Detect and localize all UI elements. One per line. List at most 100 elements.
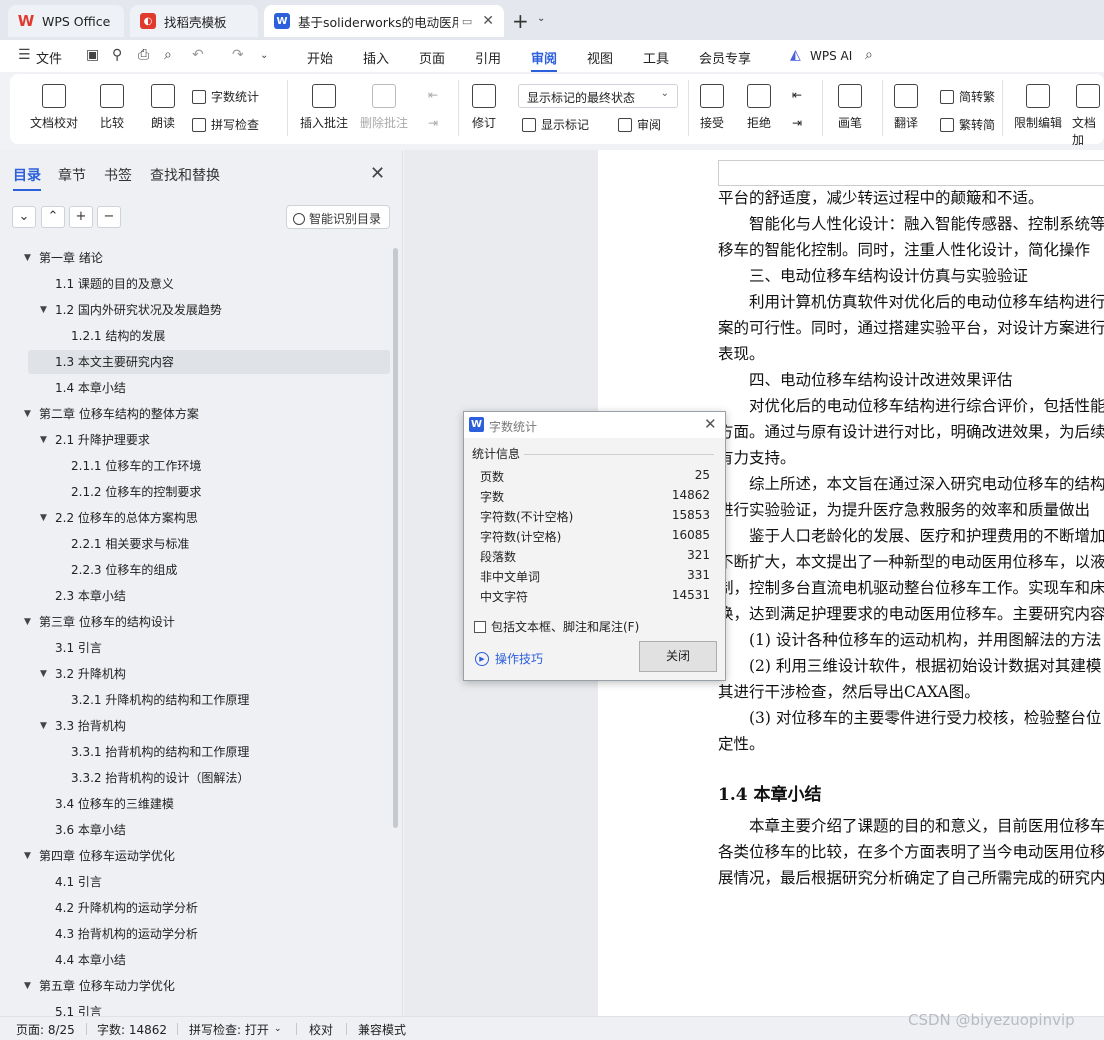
restrict-edit-button[interactable]: 限制编辑	[1014, 84, 1062, 131]
toc-item[interactable]: 1.1 课题的目的及意义	[55, 272, 174, 296]
add-heading-icon[interactable]: +	[69, 206, 93, 228]
toc-item[interactable]: ▼ 第一章 绪论	[24, 246, 103, 270]
toc-item[interactable]: ▼ 第五章 位移车动力学优化	[24, 974, 175, 998]
close-icon[interactable]: ✕	[704, 415, 717, 433]
toc-item[interactable]: 3.3.1 抬背机构的结构和工作原理	[71, 740, 249, 764]
word-count-indicator[interactable]: 字数: 14862	[97, 1021, 167, 1038]
toc-item[interactable]: 1.3 本文主要研究内容	[28, 350, 390, 374]
include-footnotes-checkbox[interactable]: 包括文本框、脚注和尾注(F)	[474, 618, 639, 635]
toc-item[interactable]: 3.4 位移车的三维建模	[55, 792, 174, 816]
toc-item[interactable]: 2.2.3 位移车的组成	[71, 558, 177, 582]
collapse-all-icon[interactable]: ⌄	[12, 206, 36, 228]
undo-icon[interactable]: ↶	[192, 47, 204, 63]
page-indicator[interactable]: 页面: 8/25	[16, 1021, 75, 1038]
more-chevron-icon[interactable]: ⌄	[260, 50, 268, 61]
menu-tools[interactable]: 工具	[643, 48, 669, 67]
close-tab-icon[interactable]: ✕	[482, 13, 494, 29]
menu-view[interactable]: 视图	[587, 48, 613, 67]
tab-toc[interactable]: 目录	[13, 165, 41, 191]
menu-page[interactable]: 页面	[419, 48, 445, 67]
toc-item[interactable]: ▼ 第二章 位移车结构的整体方案	[24, 402, 199, 426]
menu-insert[interactable]: 插入	[363, 48, 389, 67]
toc-item[interactable]: 1.2.1 结构的发展	[71, 324, 165, 348]
menu-member[interactable]: 会员专享	[699, 48, 751, 67]
expand-arrow-icon[interactable]: ▼	[40, 662, 47, 686]
show-markup-button[interactable]: 显示标记	[522, 116, 589, 133]
prev-comment-icon[interactable]: ⇤	[428, 88, 438, 102]
toc-item[interactable]: 1.4 本章小结	[55, 376, 126, 400]
toc-item[interactable]: ▼ 3.2 升降机构	[40, 662, 126, 686]
tab-bookmarks[interactable]: 书签	[104, 165, 132, 185]
translate-button[interactable]: 翻译	[894, 84, 918, 131]
toc-item[interactable]: 4.1 引言	[55, 870, 102, 894]
share-icon[interactable]: ⚲	[112, 47, 122, 63]
toc-item[interactable]: ▼ 1.2 国内外研究状况及发展趋势	[40, 298, 222, 322]
tab-sections[interactable]: 章节	[58, 165, 86, 185]
menu-review[interactable]: 审阅	[531, 48, 558, 72]
toc-item[interactable]: 2.1.2 位移车的控制要求	[71, 480, 201, 504]
chevron-down-icon[interactable]: ⌄	[537, 13, 545, 24]
close-pane-icon[interactable]: ✕	[370, 163, 385, 184]
toc-item[interactable]: 4.3 抬背机构的运动学分析	[55, 922, 198, 946]
tab-template[interactable]: ◐ 找稻壳模板	[130, 5, 258, 37]
expand-arrow-icon[interactable]: ▼	[24, 974, 31, 998]
toc-item[interactable]: 2.3 本章小结	[55, 584, 126, 608]
toc-item[interactable]: 3.3.2 抬背机构的设计（图解法）	[71, 766, 249, 790]
spell-check-button[interactable]: 拼写检查	[192, 116, 259, 133]
word-count-button[interactable]: 字数统计	[192, 88, 259, 105]
to-traditional-button[interactable]: 简转繁	[940, 88, 995, 105]
expand-arrow-icon[interactable]: ▼	[24, 402, 31, 426]
tab-document[interactable]: W 基于soliderworks的电动医用 ▭ ✕	[264, 5, 504, 37]
toc-item[interactable]: 2.1.1 位移车的工作环境	[71, 454, 201, 478]
tab-wps-office[interactable]: W WPS Office	[8, 5, 124, 37]
expand-arrow-icon[interactable]: ▼	[40, 506, 47, 530]
print-icon[interactable]: ⎙	[138, 47, 149, 63]
toc-item[interactable]: 2.2.1 相关要求与标准	[71, 532, 189, 556]
read-aloud-button[interactable]: 朗读	[151, 84, 175, 131]
toc-item[interactable]: ▼ 2.1 升降护理要求	[40, 428, 150, 452]
expand-arrow-icon[interactable]: ▼	[24, 610, 31, 634]
remove-heading-icon[interactable]: −	[97, 206, 121, 228]
markup-state-select[interactable]: 显示标记的最终状态 ⌄	[518, 84, 678, 108]
toc-item[interactable]: 4.4 本章小结	[55, 948, 126, 972]
tab-find-replace[interactable]: 查找和替换	[150, 165, 220, 185]
chevron-down-icon[interactable]: ⌄	[274, 1024, 282, 1034]
expand-arrow-icon[interactable]: ▼	[24, 844, 31, 868]
delete-comment-button[interactable]: 删除批注	[360, 84, 408, 131]
accept-button[interactable]: 接受	[700, 84, 724, 131]
toc-item[interactable]: ▼ 2.2 位移车的总体方案构思	[40, 506, 198, 530]
toc-item[interactable]: ▼ 第三章 位移车的结构设计	[24, 610, 175, 634]
toc-item[interactable]: 4.2 升降机构的运动学分析	[55, 896, 198, 920]
toc-item[interactable]: 3.1 引言	[55, 636, 102, 660]
toc-item[interactable]: ▼ 第四章 位移车运动学优化	[24, 844, 175, 868]
expand-up-icon[interactable]: ⌃	[41, 206, 65, 228]
smart-toc-button[interactable]: 智能识别目录	[286, 205, 390, 229]
prev-revision-icon[interactable]: ⇤	[792, 88, 802, 102]
menu-reference[interactable]: 引用	[475, 48, 501, 67]
expand-arrow-icon[interactable]: ▼	[40, 298, 47, 322]
proof-indicator[interactable]: 校对	[309, 1021, 333, 1038]
spell-check-indicator[interactable]: 拼写检查: 打开	[189, 1021, 269, 1038]
dialog-titlebar[interactable]: W 字数统计 ✕	[464, 412, 725, 438]
reject-button[interactable]: 拒绝	[747, 84, 771, 131]
expand-arrow-icon[interactable]: ▼	[24, 246, 31, 270]
menu-file[interactable]: 文件	[36, 48, 62, 67]
search-icon[interactable]: ⌕	[865, 47, 873, 63]
tips-link[interactable]: ▶ 操作技巧	[475, 650, 543, 667]
insert-comment-button[interactable]: 插入批注	[300, 84, 348, 131]
toc-item[interactable]: 5.1 引言	[55, 1000, 102, 1016]
next-comment-icon[interactable]: ⇥	[428, 116, 438, 130]
toc-scrollbar[interactable]	[393, 248, 398, 828]
print-preview-icon[interactable]: ⌕	[164, 47, 172, 63]
menu-wps-ai[interactable]: WPS AI	[810, 49, 852, 63]
menu-start[interactable]: 开始	[307, 48, 333, 67]
toc-item[interactable]: 3.2.1 升降机构的结构和工作原理	[71, 688, 249, 712]
review-pane-button[interactable]: 审阅	[618, 116, 661, 133]
new-tab-icon[interactable]: +	[512, 9, 529, 33]
hamburger-icon[interactable]: ☰	[18, 47, 31, 63]
close-button[interactable]: 关闭	[639, 641, 717, 672]
expand-arrow-icon[interactable]: ▼	[40, 714, 47, 738]
pen-button[interactable]: 画笔	[838, 84, 862, 131]
save-icon[interactable]: ▣	[86, 47, 99, 63]
to-simplified-button[interactable]: 繁转简	[940, 116, 995, 133]
